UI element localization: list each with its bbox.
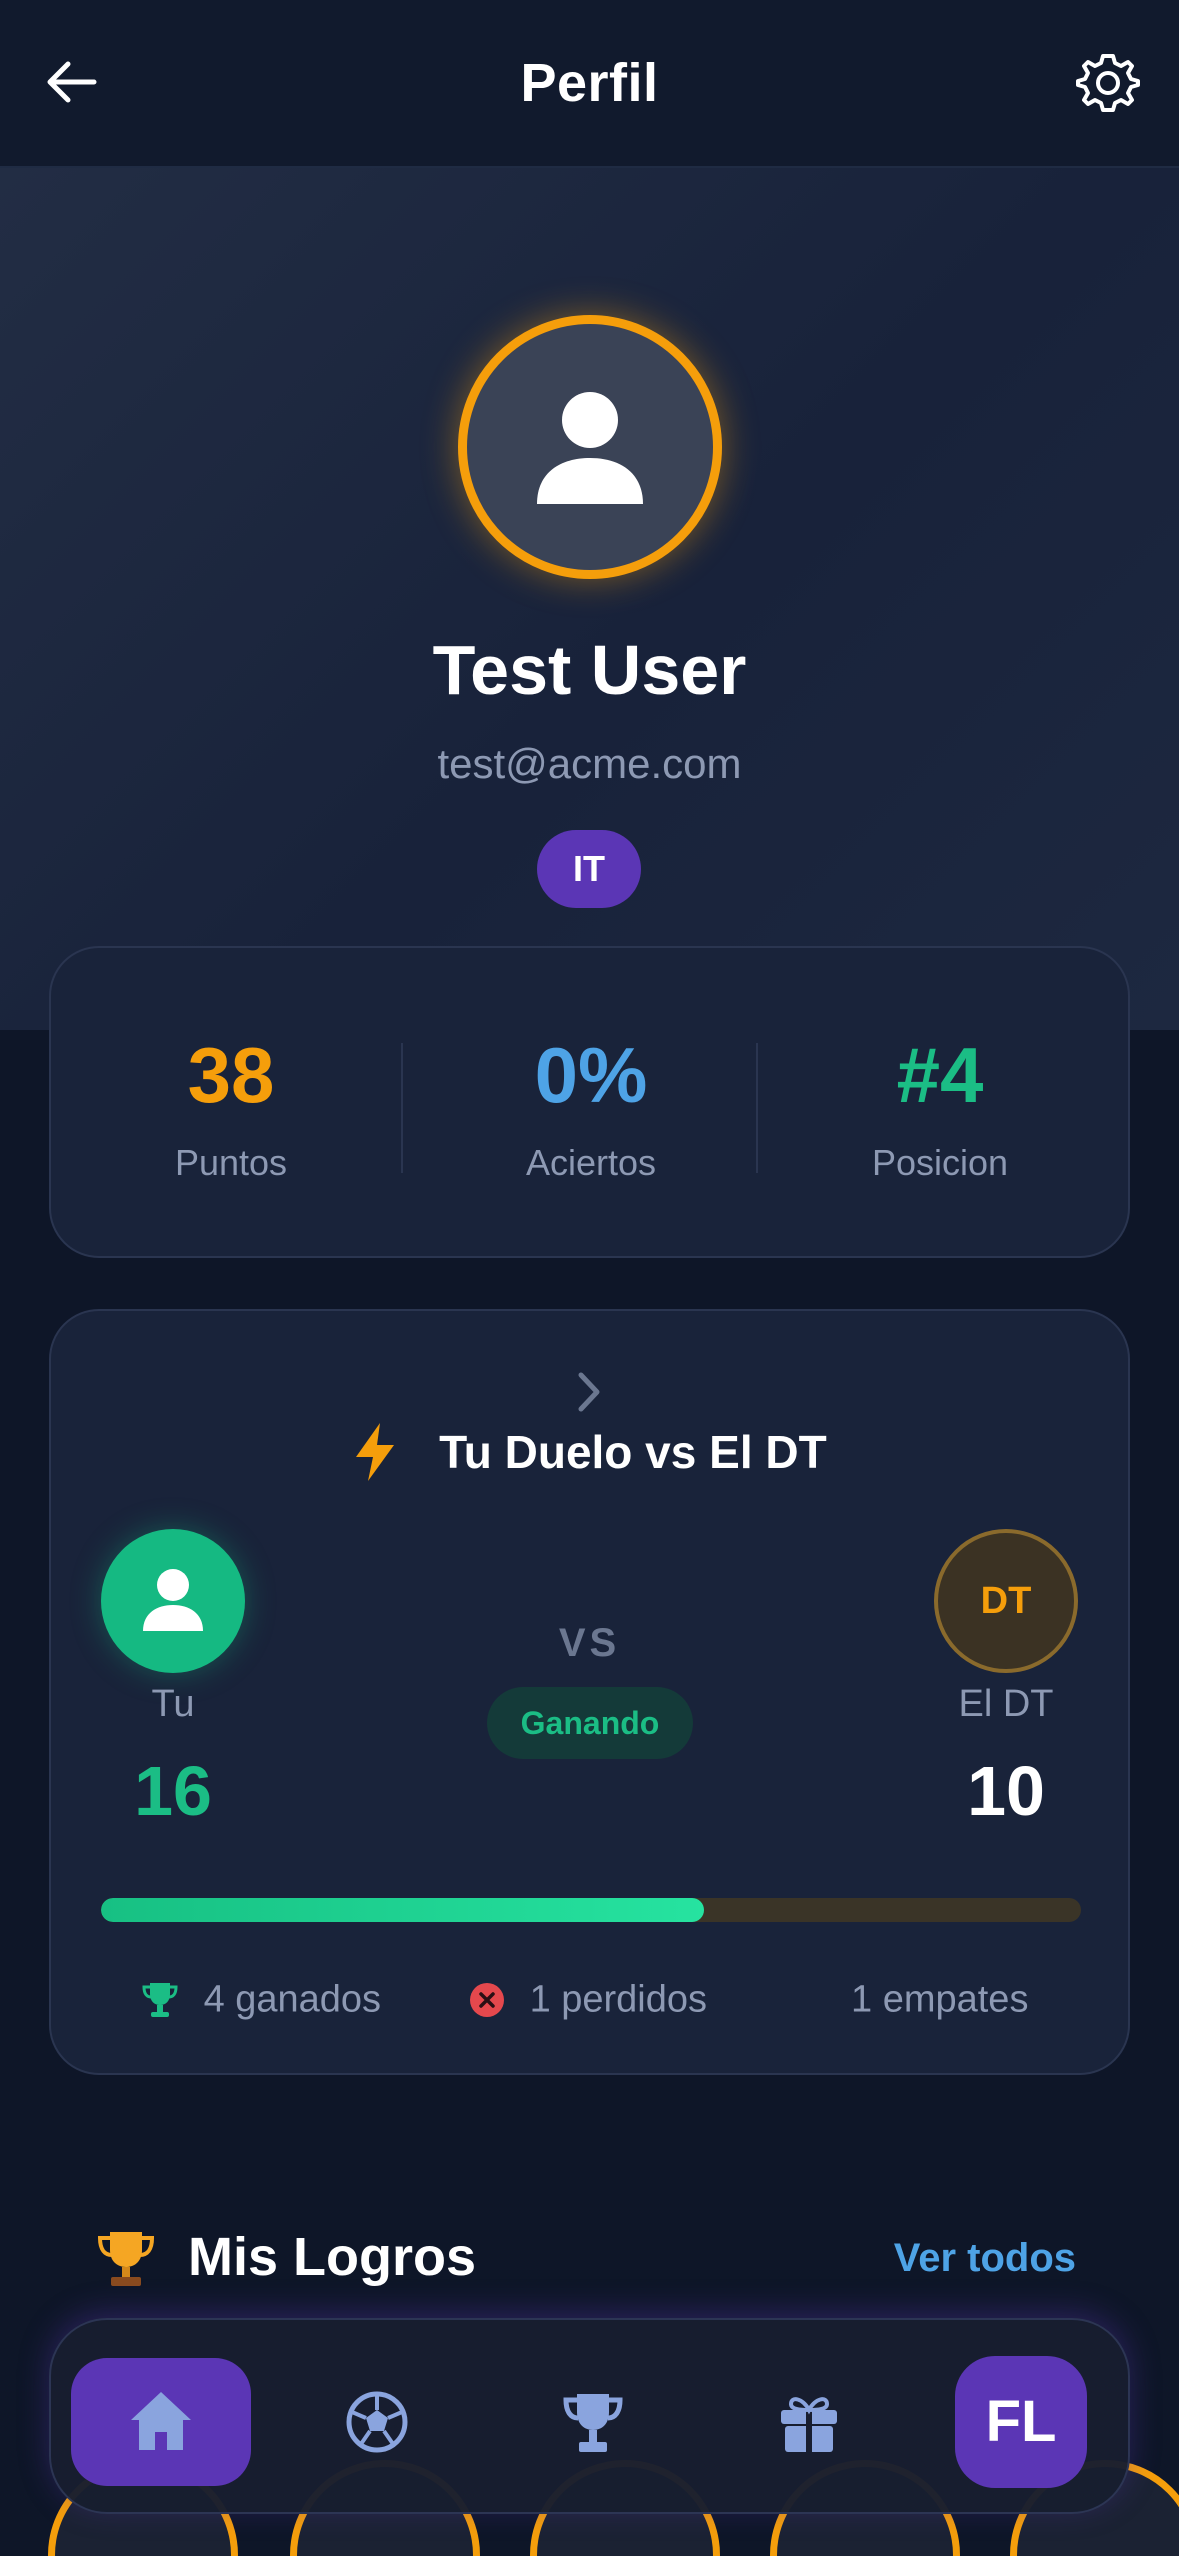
divider	[401, 1043, 403, 1173]
gear-icon[interactable]	[1075, 50, 1141, 116]
avatar-opponent: DT	[934, 1529, 1078, 1673]
stat-lost: 1 perdidos	[469, 1977, 707, 2021]
stat-label: Posicion	[871, 1142, 1009, 1183]
achievements-header: Mis Logros Ver todos	[96, 2222, 1086, 2292]
duel-title-text: Tu Duelo vs El DT	[439, 1426, 827, 1478]
nav-home[interactable]	[71, 2358, 251, 2486]
divider	[756, 1043, 758, 1173]
soccer-ball-icon	[346, 2391, 408, 2453]
page-title: Perfil	[520, 53, 659, 113]
nav-rankings[interactable]	[503, 2358, 683, 2486]
achievements-title: Mis Logros	[188, 2227, 477, 2287]
stat-value: 0%	[534, 1031, 648, 1119]
stat-points: 38 Puntos	[61, 1036, 401, 1184]
user-name: Test User	[432, 631, 747, 709]
stat-accuracy: 0% Aciertos	[421, 1036, 761, 1184]
chevron-right-icon[interactable]	[569, 1367, 609, 1417]
bottom-nav: FL	[49, 2318, 1130, 2514]
duel-progress-fill	[101, 1898, 704, 1922]
stat-label: Puntos	[174, 1142, 288, 1183]
stat-label: Aciertos	[525, 1142, 657, 1183]
profile-avatar-button[interactable]: FL	[955, 2356, 1087, 2488]
trophy-icon	[563, 2394, 623, 2452]
user-icon	[537, 392, 643, 504]
trophy-icon	[97, 2232, 155, 2286]
home-icon	[131, 2392, 191, 2450]
trophy-icon	[142, 1982, 178, 2017]
close-circle-icon	[470, 1982, 504, 2017]
stat-value: #4	[896, 1031, 984, 1119]
stat-position: #4 Posicion	[770, 1036, 1110, 1184]
player-score-you: 16	[134, 1752, 212, 1830]
top-bar: Perfil	[0, 0, 1179, 168]
initials-badge: IT	[537, 830, 641, 908]
gift-icon	[781, 2397, 837, 2452]
duel-progress-bar	[101, 1898, 1081, 1922]
stats-card: 38 Puntos 0% Aciertos #4 Posicion	[49, 946, 1130, 1258]
player-score-opponent: 10	[967, 1752, 1045, 1830]
status-badge: Ganando	[487, 1687, 693, 1759]
duel-card[interactable]: Tu Duelo vs El DT Tu 16 VS Ganando DT El…	[49, 1309, 1130, 2075]
nav-matches[interactable]	[287, 2358, 467, 2486]
stat-won: 4 ganados	[141, 1977, 381, 2021]
avatar[interactable]	[458, 315, 722, 579]
bolt-icon	[356, 1423, 395, 1481]
duel-title: Tu Duelo vs El DT	[51, 1421, 1128, 1483]
player-name-opponent: El DT	[958, 1683, 1054, 1725]
draws-count: 1 empates	[851, 1978, 1029, 2021]
user-email: test@acme.com	[437, 740, 742, 787]
player-name-you: Tu	[151, 1683, 195, 1725]
stat-draws: 1 empates	[851, 1977, 1028, 2021]
won-count: 4 ganados	[203, 1978, 382, 2021]
nav-rewards[interactable]	[719, 2358, 899, 2486]
view-all-link[interactable]: Ver todos	[894, 2236, 1076, 2281]
stat-value: 38	[187, 1031, 275, 1119]
lost-count: 1 perdidos	[529, 1978, 708, 2021]
